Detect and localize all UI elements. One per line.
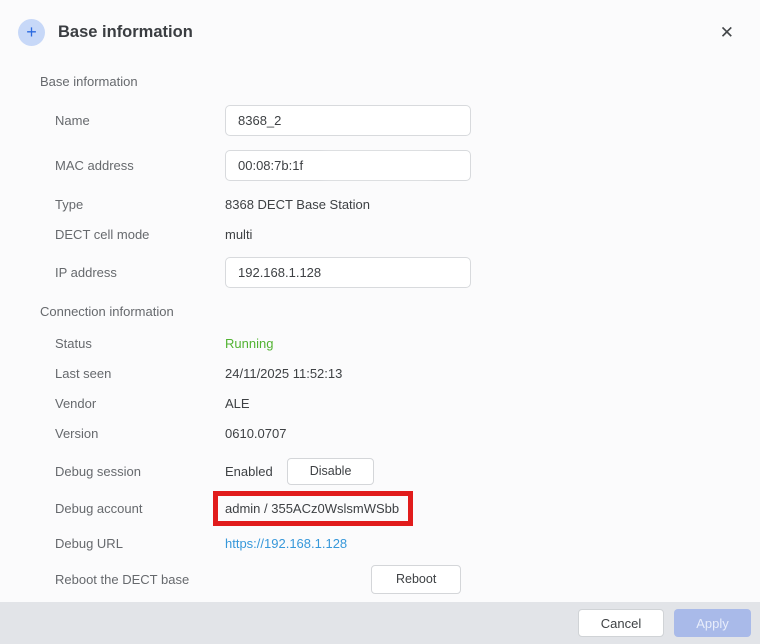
mac-redaction-blur <box>319 157 435 174</box>
name-label: Name <box>40 113 225 128</box>
reboot-label: Reboot the DECT base <box>40 572 225 587</box>
version-value: 0610.0707 <box>225 426 286 441</box>
ip-address-label: IP address <box>40 265 225 280</box>
dialog-footer: Cancel Apply <box>0 602 760 644</box>
vendor-label: Vendor <box>40 396 225 411</box>
plus-icon[interactable]: + <box>18 19 45 46</box>
section-label-connection-information: Connection information <box>40 302 720 322</box>
reboot-button[interactable]: Reboot <box>371 565 461 594</box>
row-name: Name <box>40 105 720 136</box>
apply-button[interactable]: Apply <box>674 609 751 637</box>
debug-url-link[interactable]: https://192.168.1.128 <box>225 536 347 551</box>
last-seen-label: Last seen <box>40 366 225 381</box>
vendor-value: ALE <box>225 396 250 411</box>
debug-url-label: Debug URL <box>40 536 225 551</box>
row-debug-url: Debug URL https://192.168.1.128 <box>40 528 720 558</box>
row-version: Version 0610.0707 <box>40 418 720 448</box>
debug-session-value: Enabled <box>225 464 273 479</box>
debug-account-highlight-box: admin / 355ACz0WslsmWSbb <box>213 491 413 526</box>
dect-cell-mode-label: DECT cell mode <box>40 227 225 242</box>
last-seen-value: 24/11/2025 11:52:13 <box>225 366 342 381</box>
section-label-base-information: Base information <box>40 72 720 92</box>
close-icon[interactable]: ✕ <box>716 20 738 45</box>
base-information-dialog: + Base information ✕ Base information Na… <box>0 0 760 644</box>
cancel-button[interactable]: Cancel <box>578 609 664 637</box>
row-last-seen: Last seen 24/11/2025 11:52:13 <box>40 358 720 388</box>
page-title: Base information <box>58 23 193 42</box>
disable-button[interactable]: Disable <box>287 458 375 485</box>
debug-account-value: admin / 355ACz0WslsmWSbb <box>225 501 399 516</box>
dect-cell-mode-value: multi <box>225 227 252 242</box>
row-vendor: Vendor ALE <box>40 388 720 418</box>
row-status: Status Running <box>40 328 720 358</box>
row-debug-session: Debug session Enabled Disable <box>40 454 720 488</box>
dialog-content: Base information Name MAC address Type 8… <box>0 64 760 594</box>
row-ip-address: IP address <box>40 257 720 288</box>
type-value: 8368 DECT Base Station <box>225 197 370 212</box>
row-type: Type 8368 DECT Base Station <box>40 189 720 219</box>
dialog-header: + Base information ✕ <box>0 0 760 64</box>
row-mac-address: MAC address <box>40 150 720 181</box>
version-label: Version <box>40 426 225 441</box>
status-value: Running <box>225 336 273 351</box>
debug-session-label: Debug session <box>40 464 225 479</box>
row-debug-account: Debug account admin / 355ACz0WslsmWSbb <box>40 490 720 526</box>
name-input[interactable] <box>225 105 471 136</box>
status-label: Status <box>40 336 225 351</box>
debug-account-label: Debug account <box>40 501 225 516</box>
row-dect-cell-mode: DECT cell mode multi <box>40 219 720 249</box>
ip-address-input[interactable] <box>225 257 471 288</box>
type-label: Type <box>40 197 225 212</box>
mac-address-label: MAC address <box>40 158 225 173</box>
row-reboot: Reboot the DECT base Reboot <box>40 564 720 594</box>
